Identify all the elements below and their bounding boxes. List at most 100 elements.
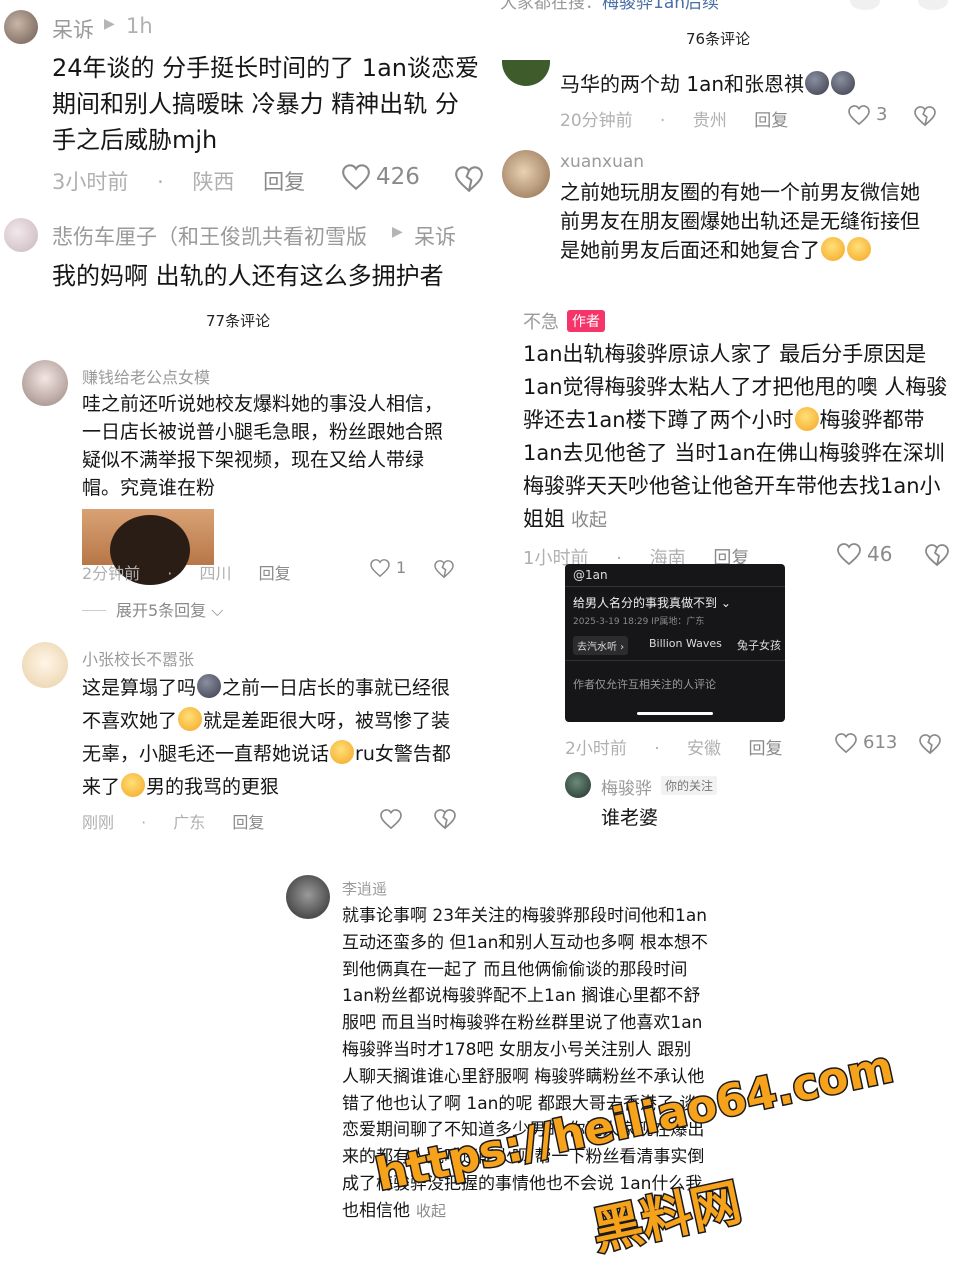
home-indicator xyxy=(637,712,713,715)
comment-location: 安徽 xyxy=(687,739,722,759)
comment-username[interactable]: xuanxuan xyxy=(560,152,644,172)
comment-time: 2小时前 xyxy=(565,739,627,759)
user-avatar[interactable] xyxy=(22,642,68,688)
dot-separator: · xyxy=(167,564,173,583)
reply-button[interactable]: 回复 xyxy=(748,739,782,759)
collapse-button[interactable]: 收起 xyxy=(416,1202,446,1220)
reply-avatar[interactable] xyxy=(4,218,38,252)
dislike-icon[interactable] xyxy=(455,166,483,192)
expand-replies[interactable]: 展开5条回复 ⌵ xyxy=(82,597,223,621)
close-icon[interactable] xyxy=(918,0,948,10)
reply-avatar[interactable] xyxy=(565,772,591,798)
user-avatar[interactable] xyxy=(22,360,68,406)
heart-icon xyxy=(848,104,870,125)
dislike-icon[interactable] xyxy=(434,560,454,578)
like-count: 1 xyxy=(396,558,407,577)
comment-username[interactable]: 呆诉 xyxy=(52,14,94,44)
user-avatar[interactable] xyxy=(4,10,38,44)
emoji-icon xyxy=(121,773,146,797)
like-count: 46 xyxy=(867,542,893,566)
screenshot-meta: 2025-3-19 18:29 IP属地：广东 xyxy=(573,617,705,627)
comment-body: 哇之前还听说她校友爆料她的事没人相信，一日店长被说普小腿毛急眼，粉丝跟她合照疑似… xyxy=(82,393,444,499)
comment-location: 贵州 xyxy=(692,111,727,131)
reply-username[interactable]: 梅骏骅 xyxy=(601,774,652,799)
like-button[interactable]: 426 xyxy=(342,164,420,190)
emoji-icon xyxy=(821,237,845,261)
reply-button[interactable]: 回复 xyxy=(263,170,305,194)
chevron-down-icon: ⌵ xyxy=(206,601,224,620)
comment-text: 马华的两个劫 1an和张恩祺 xyxy=(560,72,805,96)
comment-count-title: 76条评论 xyxy=(686,30,751,48)
comment-time-short: 1h xyxy=(126,14,153,38)
screenshot-handle: @1an xyxy=(573,568,608,582)
comment-meta: 3小时前 · 陕西 回复 xyxy=(52,166,327,196)
comment-username[interactable]: 不急 作者 xyxy=(523,308,605,334)
dot-separator: · xyxy=(660,111,666,131)
like-button[interactable]: 1 xyxy=(370,558,406,577)
dislike-icon[interactable] xyxy=(925,544,949,566)
comment-location: 广东 xyxy=(173,813,206,832)
embedded-screenshot[interactable]: @1an 给男人名分的事我真做不到 ⌄ 2025-3-19 18:29 IP属地… xyxy=(565,564,785,722)
comment-panel-3: 77条评论 赚钱给老公点女模 哇之前还听说她校友爆料她的事没人相信，一日店长被说… xyxy=(0,292,495,838)
heart-icon xyxy=(370,558,390,577)
dislike-icon[interactable] xyxy=(434,809,456,829)
comment-body: 1an出轨梅骏骅原谅人家了 最后分手原因是1an觉得梅骏骅太粘人了才把他甩的噢 … xyxy=(523,338,959,537)
reply-button[interactable]: 回复 xyxy=(754,111,788,131)
like-button[interactable]: 613 xyxy=(835,732,897,753)
emoji-icon xyxy=(330,740,355,764)
reply-button[interactable]: 回复 xyxy=(259,564,291,583)
author-badge: 作者 xyxy=(567,310,605,332)
username-text: 不急 xyxy=(523,312,559,333)
emoji-icon xyxy=(178,707,203,731)
search-hint-link[interactable]: 梅骏骅1an后续 xyxy=(602,0,719,13)
comment-username[interactable]: 李逍遥 xyxy=(342,878,387,899)
comment-count-title: 77条评论 xyxy=(206,312,271,330)
comment-location: 陕西 xyxy=(192,170,235,194)
reply-body: 谁老婆 xyxy=(601,807,659,829)
emoji-icon xyxy=(197,674,222,698)
comment-body: 24年谈的 分手挺长时间的了 1an谈恋爱期间和别人搞暧昧 冷暴力 精神出轨 分… xyxy=(52,54,479,154)
reply-username[interactable]: 悲伤车厘子（和王俊凯共看初雪版 xyxy=(52,221,367,251)
comment-meta: 刚刚 · 广东 回复 xyxy=(82,809,286,833)
dislike-icon[interactable] xyxy=(919,734,941,754)
like-button[interactable] xyxy=(380,809,402,829)
following-badge: 你的关注 xyxy=(661,776,718,795)
collapse-button[interactable]: 收起 xyxy=(571,510,607,531)
search-hint: 大家都在搜：梅骏骅1an后续 xyxy=(500,0,719,13)
emoji-icon xyxy=(794,407,819,431)
like-count: 426 xyxy=(376,164,420,190)
comment-meta: 2分钟前 · 四川 回复 xyxy=(82,560,313,584)
divider-line xyxy=(82,610,106,611)
user-avatar[interactable] xyxy=(502,60,550,86)
screenshot-divider xyxy=(565,586,785,587)
screenshot-title: 给男人名分的事我真做不到 ⌄ xyxy=(573,596,731,610)
reply-body: 我的妈啊 出轨的人还有这么多拥护者 xyxy=(52,262,444,290)
comment-panel-1: 呆诉 ▶ 1h 24年谈的 分手挺长时间的了 1an谈恋爱期间和别人搞暧昧 冷暴… xyxy=(0,0,490,290)
user-avatar[interactable] xyxy=(502,150,550,198)
comment-time: 2分钟前 xyxy=(82,564,141,583)
emoji-icon xyxy=(831,71,856,95)
dot-separator: · xyxy=(141,813,147,832)
reply-target-username[interactable]: 呆诉 xyxy=(414,221,456,251)
dot-separator: · xyxy=(157,170,164,194)
comment-body: 之前她玩朋友圈的有她一个前男友微信她前男友在朋友圈爆她出轨还是无缝衔接但是她前男… xyxy=(560,178,938,265)
dislike-icon[interactable] xyxy=(914,106,936,126)
user-avatar[interactable] xyxy=(286,875,330,919)
like-button[interactable]: 46 xyxy=(837,542,892,566)
comment-meta: 2小时前 · 安徽 回复 xyxy=(565,734,804,759)
reply-arrow-icon: ▶ xyxy=(104,16,115,32)
screenshot-tag-text: 去汽水听 xyxy=(577,642,617,653)
comment-body: 这是算塌了吗 之前一日店长的事就已经很不喜欢她了 就是差距很大呀，被骂惨了装无辜，小… xyxy=(82,672,462,804)
comment-image[interactable] xyxy=(82,509,214,585)
comment-time: 刚刚 xyxy=(82,813,115,832)
search-hint-label: 大家都在搜： xyxy=(500,0,602,13)
comment-username[interactable]: 赚钱给老公点女模 xyxy=(82,364,210,388)
emoji-icon xyxy=(805,71,830,95)
expand-icon[interactable] xyxy=(850,0,880,10)
screenshot-divider xyxy=(565,660,785,661)
like-button[interactable]: 3 xyxy=(848,104,887,125)
screenshot-notice: 作者仅允许互相关注的人评论 xyxy=(573,678,716,691)
comment-username[interactable]: 小张校长不嚣张 xyxy=(82,646,194,670)
reply-button[interactable]: 回复 xyxy=(232,813,264,832)
comment-panel-2: 大家都在搜：梅骏骅1an后续 76条评论 马华的两个劫 1an和张恩祺 20分钟… xyxy=(500,0,960,282)
